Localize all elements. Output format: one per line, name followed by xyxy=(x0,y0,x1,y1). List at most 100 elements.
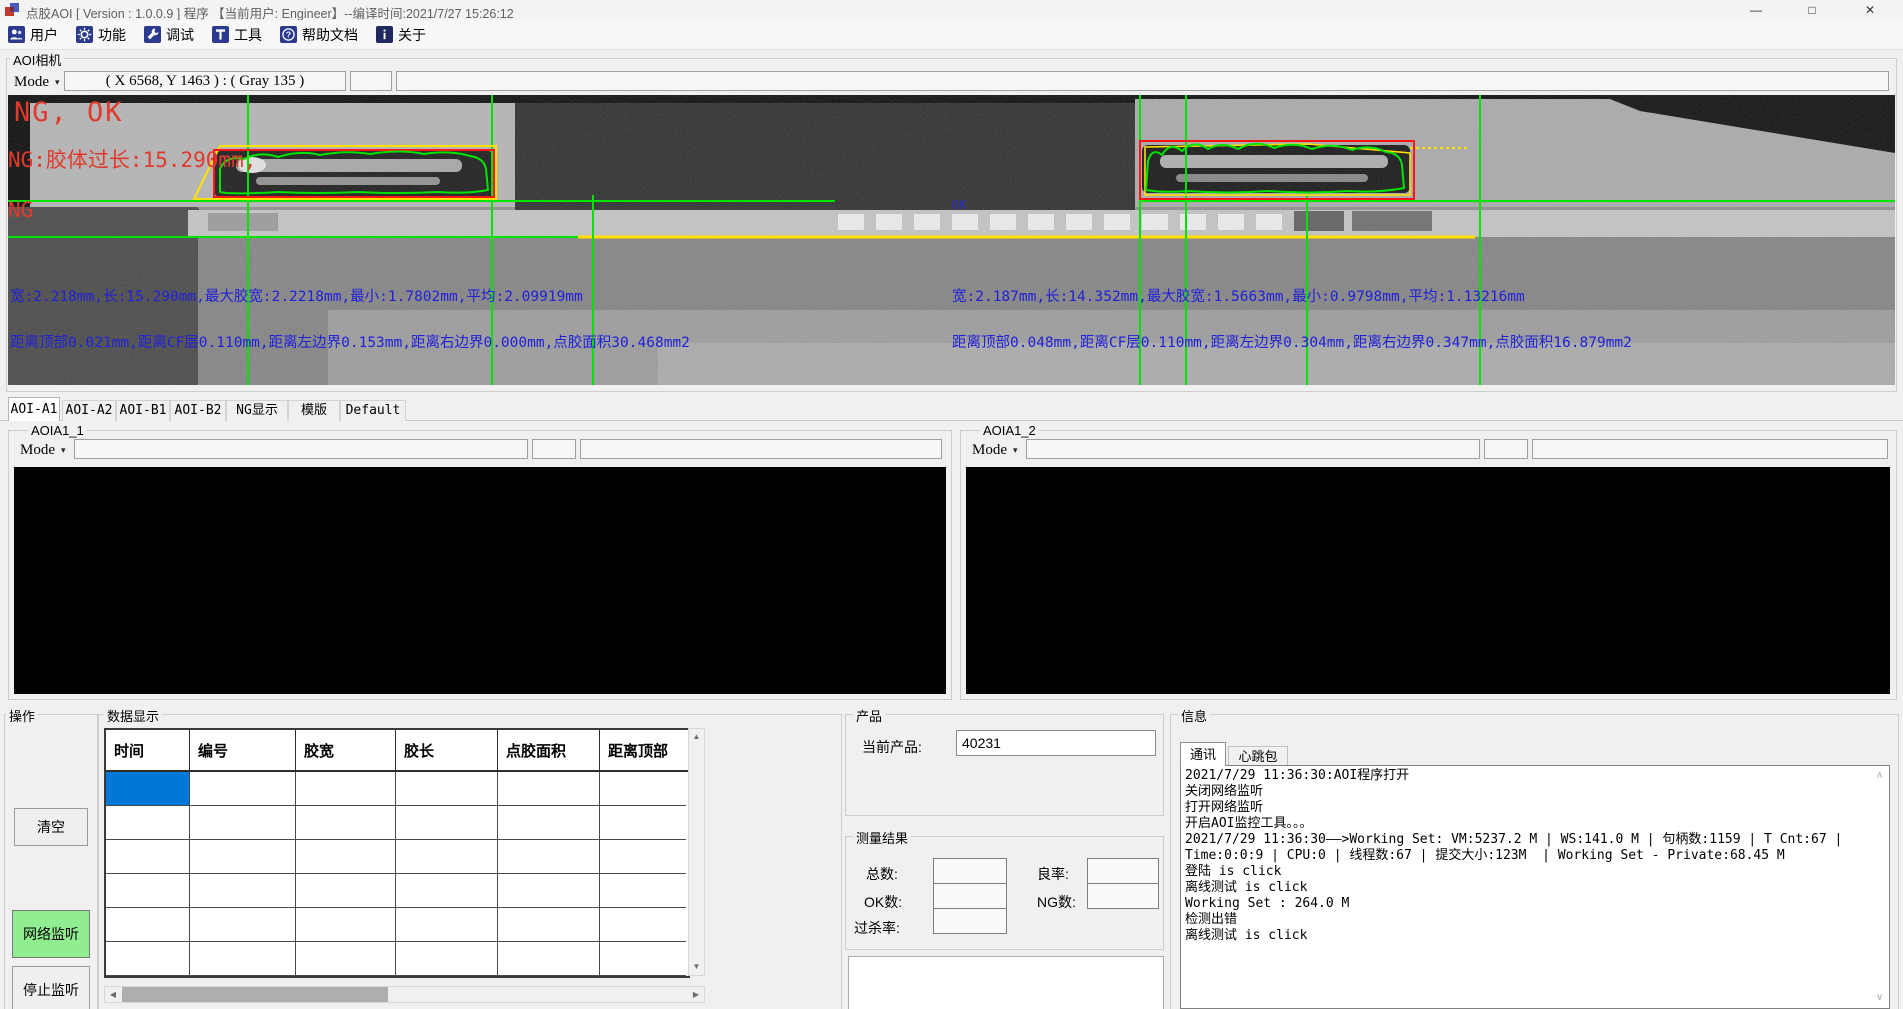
subview2-image[interactable] xyxy=(966,467,1890,694)
table-cell[interactable] xyxy=(396,942,498,976)
tab-template[interactable]: 模版 xyxy=(288,400,340,421)
table-vertical-scrollbar[interactable]: ▲ ▼ xyxy=(688,728,705,976)
table-cell[interactable] xyxy=(106,874,190,908)
column-header[interactable]: 胶宽 xyxy=(296,730,396,770)
table-cell[interactable] xyxy=(190,840,296,874)
network-listen-button[interactable]: 网络监听 xyxy=(12,910,90,958)
toolbar-item-about[interactable]: 关于 xyxy=(376,25,426,45)
yield-rate-field[interactable] xyxy=(1087,858,1159,884)
table-cell[interactable] xyxy=(106,942,190,976)
table-row[interactable] xyxy=(106,874,688,908)
selected-cell[interactable] xyxy=(106,772,190,806)
table-cell[interactable] xyxy=(106,840,190,874)
table-cell[interactable] xyxy=(106,908,190,942)
table-cell[interactable] xyxy=(296,840,396,874)
scroll-left-icon[interactable]: ◀ xyxy=(105,987,121,1002)
minimize-icon[interactable]: — xyxy=(1733,0,1779,20)
camera-mode-dropdown[interactable]: Mode ▾ xyxy=(14,72,60,92)
column-header[interactable]: 时间 xyxy=(106,730,190,770)
table-row[interactable] xyxy=(106,908,688,942)
subview1-mode-dropdown[interactable]: Mode ▾ xyxy=(20,440,66,460)
ok-count-field[interactable] xyxy=(933,883,1007,909)
current-product-field[interactable]: 40231 xyxy=(956,730,1156,756)
table-cell[interactable] xyxy=(190,806,296,840)
table-cell[interactable] xyxy=(296,942,396,976)
ng-count-field[interactable] xyxy=(1087,883,1159,909)
table-cell[interactable] xyxy=(296,908,396,942)
table-cell[interactable] xyxy=(498,908,600,942)
table-cell[interactable] xyxy=(190,772,296,806)
table-cell[interactable] xyxy=(396,772,498,806)
table-row[interactable] xyxy=(106,806,688,840)
table-cell[interactable] xyxy=(600,908,686,942)
camera-view[interactable]: NG, OK NG:胶体过长:15.290mm, NG OK 宽:2.218mm… xyxy=(8,95,1895,385)
table-cell[interactable] xyxy=(498,942,600,976)
camera-coordinates-field[interactable]: ( X 6568, Y 1463 ) : ( Gray 135 ) xyxy=(64,71,346,91)
table-row[interactable] xyxy=(106,942,688,976)
toolbar-item-user[interactable]: 用户 xyxy=(8,25,58,45)
subview2-field-3[interactable] xyxy=(1532,439,1888,459)
table-cell[interactable] xyxy=(190,908,296,942)
stop-listen-button[interactable]: 停止监听 xyxy=(12,966,90,1009)
table-cell[interactable] xyxy=(396,840,498,874)
table-cell[interactable] xyxy=(296,874,396,908)
table-cell[interactable] xyxy=(296,772,396,806)
total-count-field[interactable] xyxy=(933,858,1007,884)
subview1-image[interactable] xyxy=(14,467,946,694)
subview1-field-2[interactable] xyxy=(532,439,576,459)
communication-log[interactable]: 2021/7/29 11:36:30:AOI程序打开 关闭网络监听 打开网络监听… xyxy=(1180,765,1890,1009)
tab-heartbeat[interactable]: 心跳包 xyxy=(1228,746,1288,766)
scroll-up-icon[interactable]: ▲ xyxy=(689,729,704,745)
camera-field-2[interactable] xyxy=(350,71,392,91)
table-row[interactable] xyxy=(106,840,688,874)
tab-default[interactable]: Default xyxy=(340,400,406,421)
tab-aoi-a1[interactable]: AOI-A1 xyxy=(8,397,60,421)
toolbar-item-function[interactable]: 功能 xyxy=(76,25,126,45)
scroll-right-icon[interactable]: ▶ xyxy=(688,987,704,1002)
table-cell[interactable] xyxy=(600,772,686,806)
table-cell[interactable] xyxy=(190,874,296,908)
tab-aoi-b1[interactable]: AOI-B1 xyxy=(116,400,170,421)
table-cell[interactable] xyxy=(190,942,296,976)
tab-aoi-b2[interactable]: AOI-B2 xyxy=(170,400,226,421)
table-cell[interactable] xyxy=(396,874,498,908)
table-cell[interactable] xyxy=(396,908,498,942)
tab-ng-display[interactable]: NG显示 xyxy=(226,400,288,421)
subview1-field-1[interactable] xyxy=(74,439,528,459)
toolbar-item-tools[interactable]: 工具 xyxy=(212,25,262,45)
scroll-down-icon[interactable]: ▼ xyxy=(689,959,704,975)
table-cell[interactable] xyxy=(600,806,686,840)
table-horizontal-scrollbar[interactable]: ◀ ▶ xyxy=(104,986,705,1003)
table-cell[interactable] xyxy=(498,772,600,806)
table-cell[interactable] xyxy=(296,806,396,840)
column-header[interactable]: 距离顶部 xyxy=(600,730,686,770)
table-row[interactable] xyxy=(106,772,688,806)
column-header[interactable]: 编号 xyxy=(190,730,296,770)
close-icon[interactable]: ✕ xyxy=(1847,0,1893,20)
table-cell[interactable] xyxy=(498,840,600,874)
toolbar-item-help[interactable]: ? 帮助文档 xyxy=(280,25,358,45)
maximize-icon[interactable]: □ xyxy=(1789,0,1835,20)
table-cell[interactable] xyxy=(106,806,190,840)
scrollbar-thumb[interactable] xyxy=(122,987,388,1002)
subview2-field-2[interactable] xyxy=(1484,439,1528,459)
subview2-mode-dropdown[interactable]: Mode ▾ xyxy=(972,440,1018,460)
tab-aoi-a2[interactable]: AOI-A2 xyxy=(62,400,116,421)
camera-field-3[interactable] xyxy=(396,71,1889,91)
table-cell[interactable] xyxy=(600,942,686,976)
table-cell[interactable] xyxy=(498,874,600,908)
toolbar-item-debug[interactable]: 调试 xyxy=(144,25,194,45)
subview2-field-1[interactable] xyxy=(1026,439,1480,459)
log-scroll-up-icon[interactable]: ∧ xyxy=(1876,770,1883,781)
table-cell[interactable] xyxy=(498,806,600,840)
column-header[interactable]: 胶长 xyxy=(396,730,498,770)
table-cell[interactable] xyxy=(396,806,498,840)
table-cell[interactable] xyxy=(600,874,686,908)
column-header[interactable]: 点胶面积 xyxy=(498,730,600,770)
tab-communication[interactable]: 通讯 xyxy=(1180,742,1226,766)
subview1-field-3[interactable] xyxy=(580,439,942,459)
clear-button[interactable]: 清空 xyxy=(14,808,88,846)
overkill-rate-field[interactable] xyxy=(933,908,1007,934)
log-scroll-down-icon[interactable]: ∨ xyxy=(1876,992,1883,1003)
table-cell[interactable] xyxy=(600,840,686,874)
